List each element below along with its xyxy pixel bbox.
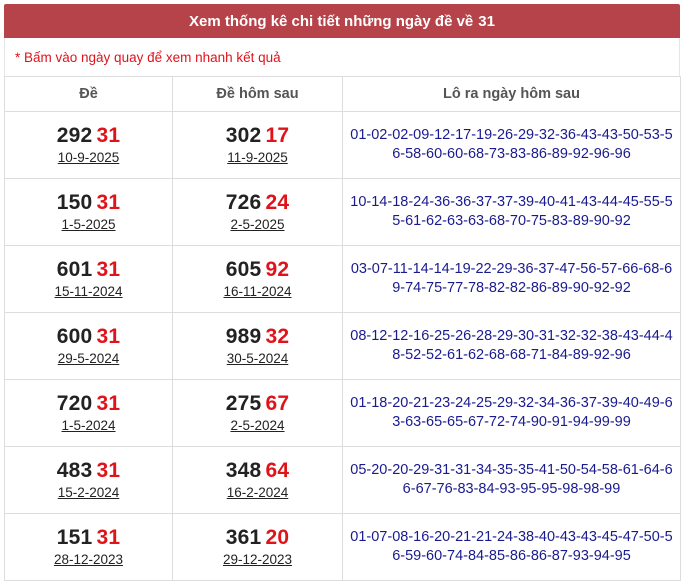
de-prefix: 600 <box>56 325 93 348</box>
next-day-number: 726 24 <box>173 190 342 216</box>
de-suffix: 31 <box>96 325 121 348</box>
table-header-row: Đề Đề hôm sau Lô ra ngày hôm sau <box>4 76 681 112</box>
header-title: Xem thống kê chi tiết những ngày đề về <box>189 12 474 30</box>
de-cell: 150 31 1-5-2025 <box>4 178 173 246</box>
de-cell: 720 31 1-5-2024 <box>4 379 173 447</box>
de-number: 483 31 <box>5 458 172 484</box>
table-row: 720 31 1-5-2024 275 67 2-5-2024 01-18-20-21-23… <box>4 379 681 447</box>
table-row: 483 31 15-2-2024 348 64 16-2-2024 05-20-20-29-… <box>4 446 681 514</box>
de-cell: 601 31 15-11-2024 <box>4 245 173 313</box>
de-number: 150 31 <box>5 190 172 216</box>
table-row: 150 31 1-5-2025 726 24 2-5-2025 10-14-18-24-36… <box>4 178 681 246</box>
table-body: 292 31 10-9-2025 302 17 11-9-2025 01-02-02-09-… <box>4 111 681 581</box>
next-day-prefix: 348 <box>225 459 262 482</box>
next-day-suffix: 20 <box>265 526 290 549</box>
de-date-link[interactable]: 15-2-2024 <box>58 485 120 500</box>
next-day-suffix: 24 <box>265 191 290 214</box>
next-day-number: 605 92 <box>173 257 342 283</box>
next-day-prefix: 302 <box>225 124 262 147</box>
next-day-number: 348 64 <box>173 458 342 484</box>
de-number: 601 31 <box>5 257 172 283</box>
next-day-cell: 275 67 2-5-2024 <box>172 379 343 447</box>
lo-numbers: 10-14-18-24-36-36-37-37-39-40-41-43-44-4… <box>342 178 681 246</box>
next-day-cell: 605 92 16-11-2024 <box>172 245 343 313</box>
panel-header: Xem thống kê chi tiết những ngày đề về 3… <box>4 4 680 38</box>
table-row: 601 31 15-11-2024 605 92 16-11-2024 03-07-11-1… <box>4 245 681 313</box>
de-date-link[interactable]: 10-9-2025 <box>58 150 120 165</box>
lo-numbers: 05-20-20-29-31-31-34-35-35-41-50-54-58-6… <box>342 446 681 514</box>
de-date-link[interactable]: 28-12-2023 <box>54 552 123 567</box>
de-suffix: 31 <box>96 258 121 281</box>
hint-note: * Bấm vào ngày quay để xem nhanh kết quả <box>4 38 680 76</box>
next-day-cell: 302 17 11-9-2025 <box>172 111 343 179</box>
next-day-date-link[interactable]: 16-2-2024 <box>227 485 289 500</box>
next-day-number: 275 67 <box>173 391 342 417</box>
de-suffix: 31 <box>96 392 121 415</box>
next-day-suffix: 64 <box>265 459 290 482</box>
next-day-date-link[interactable]: 29-12-2023 <box>223 552 292 567</box>
next-day-suffix: 67 <box>265 392 290 415</box>
stats-panel: Xem thống kê chi tiết những ngày đề về 3… <box>4 4 681 581</box>
lo-numbers: 03-07-11-14-14-19-22-29-36-37-47-56-57-6… <box>342 245 681 313</box>
de-date-link[interactable]: 15-11-2024 <box>54 284 122 299</box>
next-day-cell: 989 32 30-5-2024 <box>172 312 343 380</box>
next-day-date-link[interactable]: 30-5-2024 <box>227 351 289 366</box>
de-number: 151 31 <box>5 525 172 551</box>
header-number: 31 <box>478 12 495 30</box>
next-day-suffix: 92 <box>265 258 290 281</box>
next-day-suffix: 17 <box>265 124 290 147</box>
de-suffix: 31 <box>96 124 121 147</box>
next-day-cell: 726 24 2-5-2025 <box>172 178 343 246</box>
de-prefix: 292 <box>56 124 93 147</box>
next-day-prefix: 275 <box>225 392 262 415</box>
de-date-link[interactable]: 29-5-2024 <box>58 351 120 366</box>
de-number: 600 31 <box>5 324 172 350</box>
de-prefix: 151 <box>56 526 93 549</box>
de-date-link[interactable]: 1-5-2024 <box>61 418 115 433</box>
lo-numbers: 01-07-08-16-20-21-21-24-38-40-43-43-45-4… <box>342 513 681 581</box>
lo-numbers: 01-18-20-21-23-24-25-29-32-34-36-37-39-4… <box>342 379 681 447</box>
de-suffix: 31 <box>96 459 121 482</box>
next-day-cell: 348 64 16-2-2024 <box>172 446 343 514</box>
lo-numbers: 08-12-12-16-25-26-28-29-30-31-32-32-38-4… <box>342 312 681 380</box>
next-day-prefix: 361 <box>225 526 262 549</box>
column-header-de: Đề <box>4 76 173 112</box>
de-cell: 600 31 29-5-2024 <box>4 312 173 380</box>
next-day-prefix: 989 <box>225 325 262 348</box>
de-prefix: 720 <box>56 392 93 415</box>
table-row: 151 31 28-12-2023 361 20 29-12-2023 01-07-08-1… <box>4 513 681 581</box>
table-row: 600 31 29-5-2024 989 32 30-5-2024 08-12-12-16-… <box>4 312 681 380</box>
next-day-prefix: 605 <box>225 258 262 281</box>
next-day-number: 989 32 <box>173 324 342 350</box>
next-day-cell: 361 20 29-12-2023 <box>172 513 343 581</box>
de-cell: 483 31 15-2-2024 <box>4 446 173 514</box>
next-day-suffix: 32 <box>265 325 290 348</box>
lo-numbers: 01-02-02-09-12-17-19-26-29-32-36-43-43-5… <box>342 111 681 179</box>
stats-table: Đề Đề hôm sau Lô ra ngày hôm sau 292 31 10… <box>4 76 681 581</box>
table-row: 292 31 10-9-2025 302 17 11-9-2025 01-02-02-09-… <box>4 111 681 179</box>
de-prefix: 601 <box>56 258 93 281</box>
de-cell: 151 31 28-12-2023 <box>4 513 173 581</box>
next-day-date-link[interactable]: 2-5-2024 <box>230 418 284 433</box>
next-day-prefix: 726 <box>225 191 262 214</box>
next-day-date-link[interactable]: 11-9-2025 <box>227 150 288 165</box>
next-day-number: 302 17 <box>173 123 342 149</box>
de-number: 720 31 <box>5 391 172 417</box>
next-day-date-link[interactable]: 2-5-2025 <box>230 217 284 232</box>
de-prefix: 483 <box>56 459 93 482</box>
de-date-link[interactable]: 1-5-2025 <box>61 217 115 232</box>
de-suffix: 31 <box>96 526 121 549</box>
column-header-lo: Lô ra ngày hôm sau <box>342 76 681 112</box>
de-prefix: 150 <box>56 191 93 214</box>
de-suffix: 31 <box>96 191 121 214</box>
column-header-next-day: Đề hôm sau <box>172 76 343 112</box>
de-cell: 292 31 10-9-2025 <box>4 111 173 179</box>
next-day-number: 361 20 <box>173 525 342 551</box>
de-number: 292 31 <box>5 123 172 149</box>
next-day-date-link[interactable]: 16-11-2024 <box>223 284 291 299</box>
